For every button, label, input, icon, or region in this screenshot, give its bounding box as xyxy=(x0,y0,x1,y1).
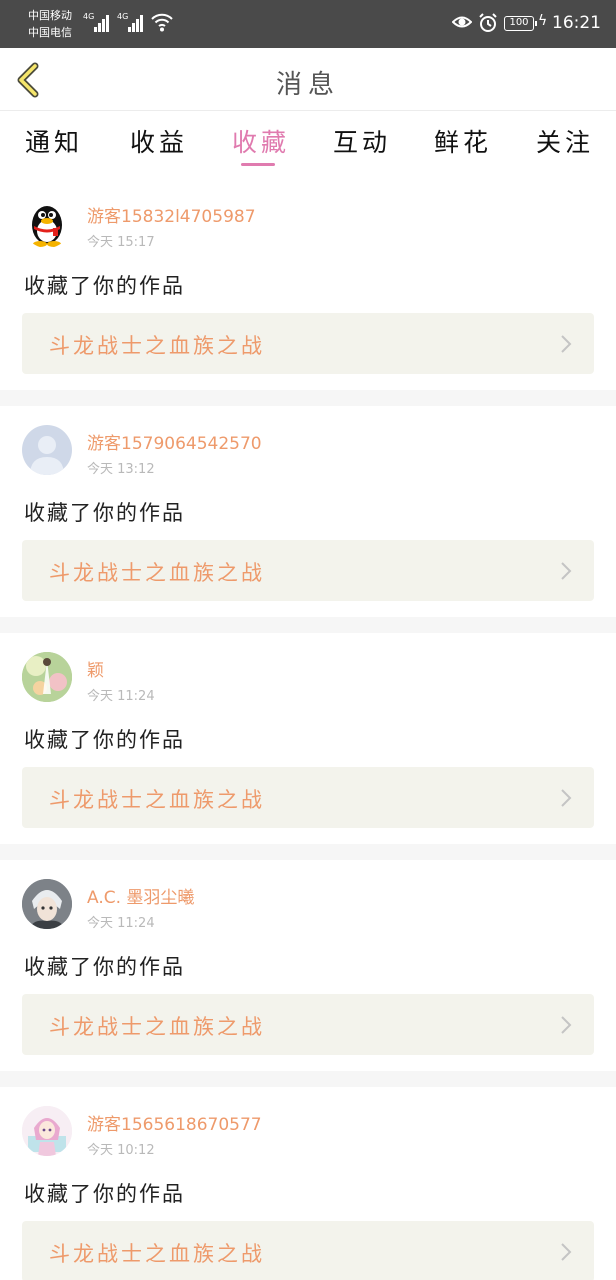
tab-earnings[interactable]: 收益 xyxy=(130,123,188,159)
signal-icon xyxy=(94,14,112,32)
message-card: 游客1579064542570 今天 13:12 收藏了你的作品 斗龙战士之血族… xyxy=(0,406,616,617)
status-time: 16:21 xyxy=(552,13,601,33)
message-card: A.C. 墨羽尘曦 今天 11:24 收藏了你的作品 斗龙战士之血族之战 xyxy=(0,860,616,1071)
flower-avatar[interactable] xyxy=(22,652,72,702)
username[interactable]: 游客1565618670577 xyxy=(87,1110,262,1135)
tab-flowers[interactable]: 鲜花 xyxy=(434,123,492,159)
carrier-names: 中国移动 中国电信 xyxy=(28,7,72,41)
work-title: 斗龙战士之血族之战 xyxy=(49,561,265,585)
timestamp: 今天 11:24 xyxy=(87,689,155,704)
work-link[interactable]: 斗龙战士之血族之战 xyxy=(22,1221,594,1280)
tab-following[interactable]: 关注 xyxy=(536,123,594,159)
sim-1-network: 4G xyxy=(83,12,95,21)
username[interactable]: 颖 xyxy=(87,656,104,681)
sim-2-network: 4G xyxy=(117,12,129,21)
message-card: 游客1565618670577 今天 10:12 收藏了你的作品 斗龙战士之血族… xyxy=(0,1087,616,1280)
alarm-icon xyxy=(479,13,497,32)
anime-avatar[interactable] xyxy=(22,879,72,929)
page-title: 消息 xyxy=(275,70,340,100)
tab-favorites[interactable]: 收藏 xyxy=(232,123,290,159)
chevron-right-icon xyxy=(561,1016,572,1034)
work-link[interactable]: 斗龙战士之血族之战 xyxy=(22,767,594,828)
chevron-right-icon xyxy=(561,562,572,580)
chevron-right-icon xyxy=(561,1243,572,1261)
wifi-icon xyxy=(151,13,173,32)
work-title: 斗龙战士之血族之战 xyxy=(49,1015,265,1039)
action-text: 收藏了你的作品 xyxy=(24,728,185,752)
username[interactable]: 游客1579064542570 xyxy=(87,429,262,454)
active-tab-indicator xyxy=(241,163,275,166)
penguin-avatar[interactable] xyxy=(22,198,72,248)
username[interactable]: A.C. 墨羽尘曦 xyxy=(87,883,194,908)
message-card: 颖 今天 11:24 收藏了你的作品 斗龙战士之血族之战 xyxy=(0,633,616,844)
action-text: 收藏了你的作品 xyxy=(24,274,185,298)
action-text: 收藏了你的作品 xyxy=(24,501,185,525)
work-link[interactable]: 斗龙战士之血族之战 xyxy=(22,540,594,601)
timestamp: 今天 15:17 xyxy=(87,235,155,250)
carrier-2: 中国电信 xyxy=(28,26,72,39)
default-avatar[interactable] xyxy=(22,425,72,475)
action-text: 收藏了你的作品 xyxy=(24,955,185,979)
battery-icon: 100 xyxy=(504,16,537,31)
charging-icon: ϟ xyxy=(538,13,548,29)
chevron-right-icon xyxy=(561,789,572,807)
tab-interactions[interactable]: 互动 xyxy=(333,123,391,159)
message-card: 游客15832l4705987 今天 15:17 收藏了你的作品 斗龙战士之血族… xyxy=(0,179,616,390)
work-title: 斗龙战士之血族之战 xyxy=(49,788,265,812)
work-title: 斗龙战士之血族之战 xyxy=(49,1242,265,1266)
timestamp: 今天 11:24 xyxy=(87,916,155,931)
work-title: 斗龙战士之血族之战 xyxy=(49,334,265,358)
tab-bar: 通知 收益 收藏 互动 鲜花 关注 xyxy=(0,111,616,179)
status-bar: 中国移动 中国电信 4G 4G 100 ϟ 16:21 xyxy=(0,0,616,48)
signal-icon xyxy=(128,14,146,32)
carrier-1: 中国移动 xyxy=(28,9,72,22)
username[interactable]: 游客15832l4705987 xyxy=(87,202,256,227)
action-text: 收藏了你的作品 xyxy=(24,1182,185,1206)
timestamp: 今天 10:12 xyxy=(87,1143,155,1158)
tab-notifications[interactable]: 通知 xyxy=(25,123,83,159)
work-link[interactable]: 斗龙战士之血族之战 xyxy=(22,994,594,1055)
girl-avatar[interactable] xyxy=(22,1106,72,1156)
timestamp: 今天 13:12 xyxy=(87,462,155,477)
header: 消息 xyxy=(0,48,616,111)
battery-level: 100 xyxy=(509,17,529,28)
work-link[interactable]: 斗龙战士之血族之战 xyxy=(22,313,594,374)
eye-comfort-icon xyxy=(452,16,472,28)
chevron-right-icon xyxy=(561,335,572,353)
